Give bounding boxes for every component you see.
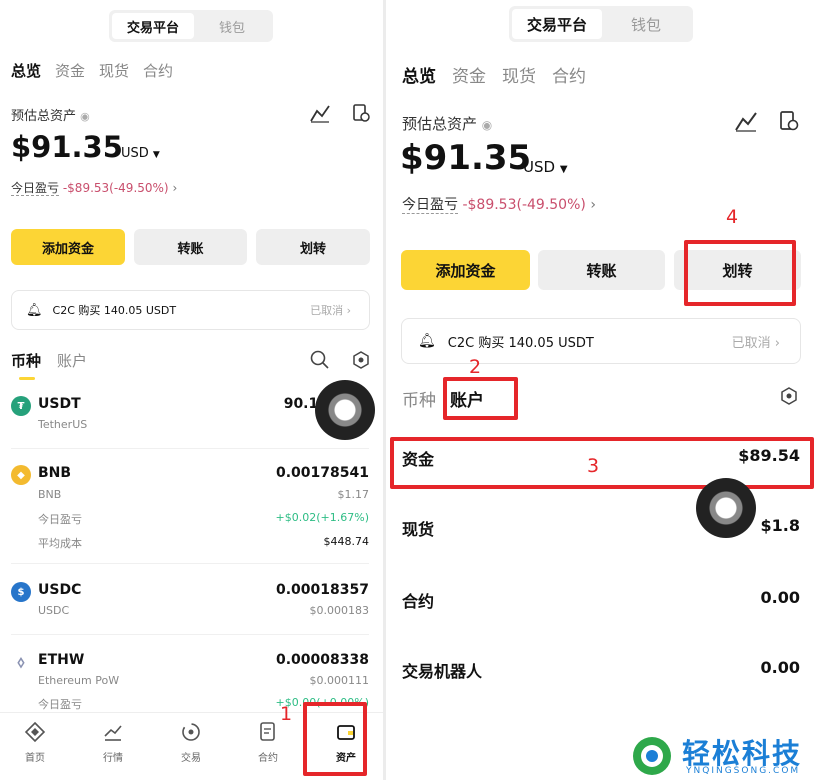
history-icon[interactable] <box>778 110 800 132</box>
touch-indicator <box>315 380 375 440</box>
chart-icon[interactable] <box>309 103 331 123</box>
tab-coins[interactable]: 币种 <box>402 386 436 411</box>
segment-exchange[interactable]: 交易平台 <box>512 9 602 39</box>
add-funds-button[interactable]: 添加资金 <box>401 250 530 290</box>
tab-funds[interactable]: 资金 <box>55 60 85 81</box>
divider <box>11 634 369 635</box>
notice-status: 已取消 › <box>731 335 780 351</box>
annotation-number-3: 3 <box>587 455 600 477</box>
left-screen: 交易平台 钱包 总览 资金 现货 合约 预估总资产 ◉ $91.35 USD ▼… <box>0 0 383 780</box>
history-icon[interactable] <box>351 103 371 123</box>
c2c-notice[interactable]: 🔔︎ C2C 购买 140.05 USDT 已取消 › <box>11 290 370 330</box>
coin-row-bnb[interactable]: ◆ BNB BNB 0.00178541 $1.17 今日盈亏 +$0.02(+… <box>0 462 383 557</box>
overview-tabs: 总览 资金 现货 合约 <box>402 62 586 87</box>
chevron-right-icon: › <box>172 181 178 195</box>
nav-futures[interactable]: 合约 <box>238 721 298 764</box>
tab-futures[interactable]: 合约 <box>552 62 586 87</box>
annotation-box-4 <box>684 240 796 306</box>
platform-switch: 交易平台 钱包 <box>109 10 273 42</box>
bell-icon: 🔔︎ <box>26 302 43 318</box>
chart-icon[interactable] <box>734 110 758 132</box>
account-row-trading-bot[interactable]: 交易机器人 0.00 <box>402 658 800 682</box>
estimated-assets-label: 预估总资产 ◉ <box>11 109 90 124</box>
divider <box>11 563 369 564</box>
leaf-logo-icon <box>633 737 671 775</box>
estimated-assets-label: 预估总资产 ◉ <box>402 115 493 133</box>
caret-down-icon: ▼ <box>152 150 160 160</box>
tab-spot[interactable]: 现货 <box>502 62 536 87</box>
tab-futures[interactable]: 合约 <box>143 60 173 81</box>
search-icon[interactable] <box>310 350 330 370</box>
currency-selector[interactable]: USD ▼ <box>523 158 568 176</box>
chevron-right-icon: › <box>590 197 596 213</box>
currency-selector[interactable]: USD ▼ <box>121 146 160 161</box>
total-balance: $91.35 <box>400 138 532 178</box>
right-screen: 交易平台 钱包 总览 资金 现货 合约 预估总资产 ◉ $91.35 USD ▼… <box>386 0 816 780</box>
divider <box>11 448 369 449</box>
tab-overview[interactable]: 总览 <box>11 60 41 81</box>
coin-row-usdc[interactable]: $ USDC USDC 0.00018357 $0.000183 <box>0 580 383 630</box>
annotation-number-2: 2 <box>469 356 482 378</box>
settings-hex-icon[interactable] <box>779 386 799 406</box>
tab-coins[interactable]: 币种 <box>11 350 41 371</box>
account-row-spot[interactable]: 现货 $1.8 <box>402 516 800 540</box>
segment-wallet[interactable]: 钱包 <box>602 9 690 39</box>
annotation-box-3 <box>390 437 814 489</box>
ethw-icon: ⬨ <box>11 652 31 672</box>
today-pnl[interactable]: 今日盈亏 -$89.53(-49.50%) › <box>11 179 177 196</box>
transfer-button[interactable]: 转账 <box>538 250 665 290</box>
annotation-number-1: 1 <box>280 703 293 725</box>
overview-tabs: 总览 资金 现货 合约 <box>11 60 173 81</box>
futures-doc-icon <box>260 722 275 741</box>
settings-hex-icon[interactable] <box>351 350 371 370</box>
watermark-url: YNQINGSONG.COM <box>686 766 801 776</box>
annotation-box-2 <box>443 377 518 420</box>
annotation-number-4: 4 <box>726 206 739 228</box>
home-diamond-icon <box>24 721 46 743</box>
market-chart-icon <box>104 725 122 741</box>
internal-transfer-button[interactable]: 划转 <box>256 229 370 265</box>
total-balance: $91.35 <box>11 130 123 164</box>
watermark-logo: 轻松科技 YNQINGSONG.COM <box>626 730 816 780</box>
active-tab-indicator <box>19 377 35 380</box>
annotation-box-1 <box>303 702 367 776</box>
c2c-notice[interactable]: 🔔︎ C2C 购买 140.05 USDT 已取消 › <box>401 318 801 364</box>
tab-overview[interactable]: 总览 <box>402 62 436 87</box>
bell-icon: 🔔︎ <box>418 333 436 349</box>
nav-home[interactable]: 首页 <box>5 721 65 764</box>
nav-trade[interactable]: 交易 <box>161 721 221 764</box>
account-row-futures[interactable]: 合约 0.00 <box>402 588 800 612</box>
today-pnl[interactable]: 今日盈亏 -$89.53(-49.50%) › <box>402 194 596 214</box>
trade-exchange-icon <box>182 723 200 741</box>
tab-funds[interactable]: 资金 <box>452 62 486 87</box>
caret-down-icon: ▼ <box>559 164 568 175</box>
usdc-icon: $ <box>11 582 31 602</box>
eye-icon[interactable]: ◉ <box>482 118 492 132</box>
nav-market[interactable]: 行情 <box>83 721 143 764</box>
tab-spot[interactable]: 现货 <box>99 60 129 81</box>
transfer-button[interactable]: 转账 <box>134 229 247 265</box>
add-funds-button[interactable]: 添加资金 <box>11 229 125 265</box>
coin-row-ethw[interactable]: ⬨ ETHW Ethereum PoW 0.00008338 $0.000111… <box>0 650 383 711</box>
tab-accounts[interactable]: 账户 <box>57 350 87 371</box>
bnb-icon: ◆ <box>11 465 31 485</box>
eye-icon[interactable]: ◉ <box>80 110 90 123</box>
notice-status: 已取消 › <box>310 304 351 317</box>
usdt-icon: ₮ <box>11 396 31 416</box>
platform-switch: 交易平台 钱包 <box>509 6 693 42</box>
segment-exchange[interactable]: 交易平台 <box>112 13 194 39</box>
list-tabs: 币种 账户 <box>11 350 87 371</box>
segment-wallet[interactable]: 钱包 <box>194 13 270 39</box>
